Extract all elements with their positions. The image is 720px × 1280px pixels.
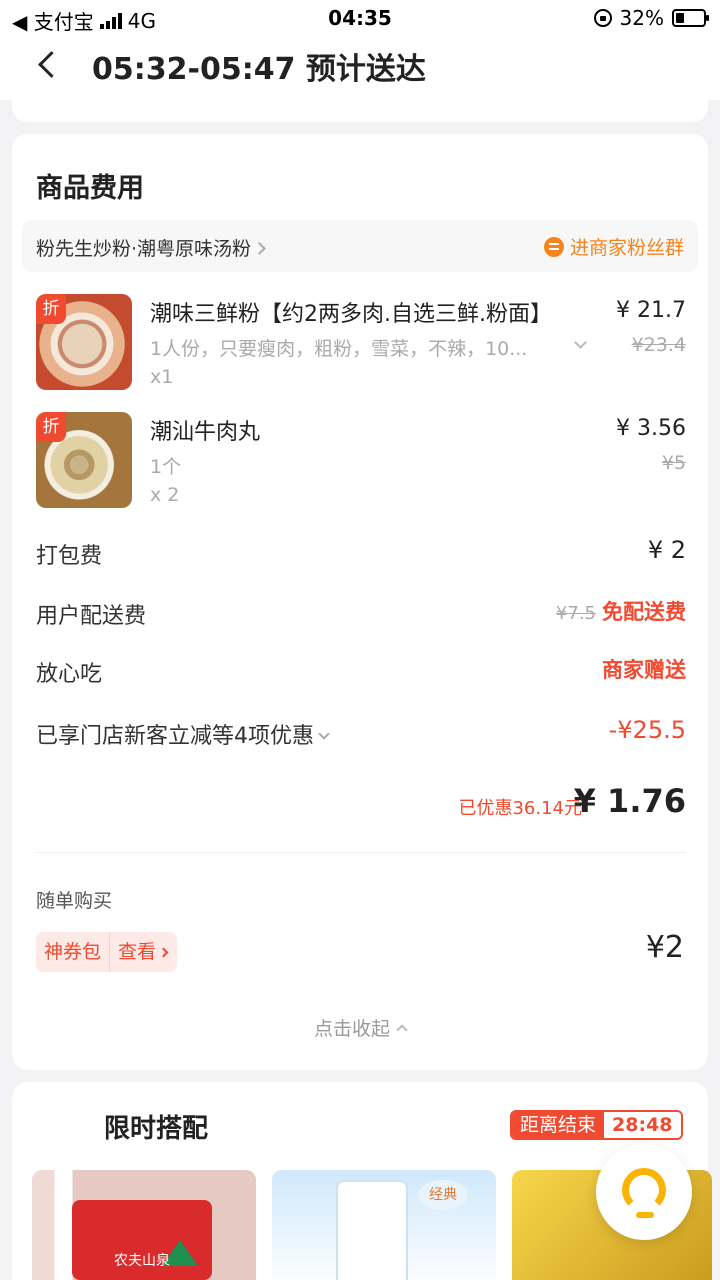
divider: [36, 852, 686, 853]
headset-icon: [622, 1168, 666, 1212]
nav-bar: 05:32-05:47 预计送达: [0, 36, 720, 100]
delivery-fee-row: 用户配送费 ¥7.5 免配送费: [36, 594, 686, 634]
shop-bar[interactable]: 粉先生炒粉·潮粤原味汤粉 进商家粉丝群: [22, 220, 698, 272]
status-right: 32%: [593, 6, 709, 30]
discount-badge: 折: [36, 294, 66, 324]
coupon-price: ¥2: [645, 930, 684, 965]
shop-name-link[interactable]: 粉先生炒粉·潮粤原味汤粉: [36, 234, 266, 261]
total-amount: ¥ 1.76: [573, 782, 686, 820]
back-icon[interactable]: [34, 50, 64, 80]
chevron-up-icon: [396, 1024, 408, 1036]
chevron-right-icon: [158, 947, 169, 958]
item-original-price: ¥5: [661, 452, 686, 474]
packing-fee-label: 打包费: [36, 544, 103, 569]
battery-fill: [676, 13, 685, 23]
shop-name: 粉先生炒粉·潮粤原味汤粉: [36, 238, 252, 260]
fans-group-button[interactable]: 进商家粉丝群: [543, 233, 684, 260]
product-brand: 农夫山泉: [114, 1253, 170, 1269]
item-name: 潮汕牛肉丸: [150, 420, 261, 445]
coupon-view-label: 查看: [118, 941, 157, 963]
fee-card: 商品费用 粉先生炒粉·潮粤原味汤粉 进商家粉丝群 折 潮味三鲜粉【约2两多肉.自…: [12, 134, 708, 1070]
item-thumbnail: 折: [36, 412, 132, 508]
discount-label: 已享门店新客立减等4项优惠: [36, 724, 314, 749]
rotation-lock-icon: [593, 9, 612, 27]
order-item[interactable]: 折 潮汕牛肉丸 1个 x 2 ¥ 3.56 ¥5: [36, 412, 686, 512]
discount-label-wrap[interactable]: 已享门店新客立减等4项优惠: [36, 718, 330, 750]
packing-fee-row: 打包费 ¥ 2: [36, 534, 686, 574]
delivery-fee-value: ¥7.5 免配送费: [556, 596, 686, 626]
total-row: 已优惠36.14元 ¥ 1.76: [36, 780, 686, 824]
item-qty: x1: [150, 366, 174, 388]
order-item[interactable]: 折 潮味三鲜粉【约2两多肉.自选三鲜.粉面】 1人份，只要瘦肉，粗粉，雪菜，不辣…: [36, 294, 686, 394]
product-card-water[interactable]: 农夫山泉: [32, 1170, 256, 1280]
product-label: 农夫山泉: [72, 1200, 212, 1280]
status-bar: ◀ 支付宝 4G 04:35 32%: [0, 0, 720, 36]
timer-label: 距离结束: [512, 1112, 605, 1138]
page-title: 05:32-05:47 预计送达: [92, 52, 426, 87]
discount-badge: 折: [36, 412, 66, 442]
fans-group-label: 进商家粉丝群: [569, 237, 684, 259]
saved-amount: 已优惠36.14元: [458, 798, 582, 819]
chevron-down-icon[interactable]: [574, 336, 587, 349]
safe-eat-row: 放心吃 商家赠送: [36, 652, 686, 692]
coupon-pack[interactable]: 神券包 查看: [36, 932, 178, 972]
battery-percent: 32%: [619, 6, 664, 30]
customer-service-button[interactable]: [596, 1144, 692, 1240]
addon-title: 随单购买: [36, 890, 113, 912]
timer-value: 28:48: [604, 1112, 681, 1138]
battery-icon: [672, 9, 709, 27]
item-original-price: ¥23.4: [631, 334, 686, 356]
collapse-label: 点击收起: [313, 1018, 390, 1040]
combo-title: 限时搭配: [104, 1114, 209, 1144]
item-price: ¥ 3.56: [616, 416, 686, 441]
item-spec: 1人份，只要瘦肉，粗粉，雪菜，不辣，10...: [150, 338, 528, 360]
coupon-tag: 神券包: [36, 932, 110, 972]
previous-card-bottom: [12, 100, 708, 122]
safe-eat-label: 放心吃: [36, 662, 103, 687]
product-stamp: 经典: [418, 1180, 468, 1210]
chevron-down-icon: [318, 728, 330, 740]
safe-eat-value: 商家赠送: [602, 658, 686, 682]
delivery-fee-original: ¥7.5: [555, 603, 596, 624]
section-title: 商品费用: [36, 173, 144, 204]
item-spec: 1个: [150, 456, 182, 478]
item-name: 潮味三鲜粉【约2两多肉.自选三鲜.粉面】: [150, 302, 552, 327]
countdown-timer: 距离结束 28:48: [510, 1110, 683, 1140]
discount-row[interactable]: 已享门店新客立减等4项优惠 -¥25.5: [36, 714, 686, 754]
product-package: [336, 1180, 408, 1280]
packing-fee-value: ¥ 2: [647, 536, 686, 564]
chat-icon: [543, 236, 564, 257]
item-thumbnail: 折: [36, 294, 132, 390]
collapse-button[interactable]: 点击收起: [12, 1014, 708, 1041]
chevron-right-icon: [253, 242, 266, 255]
coupon-view-button[interactable]: 查看: [109, 932, 178, 972]
delivery-fee-label: 用户配送费: [36, 604, 147, 629]
discount-value: -¥25.5: [608, 716, 686, 744]
product-card-yogurt[interactable]: 经典: [272, 1170, 496, 1280]
free-delivery-label: 免配送费: [602, 600, 686, 624]
item-price: ¥ 21.7: [616, 298, 686, 323]
item-qty: x 2: [150, 484, 180, 506]
headset-mic-icon: [636, 1212, 654, 1218]
